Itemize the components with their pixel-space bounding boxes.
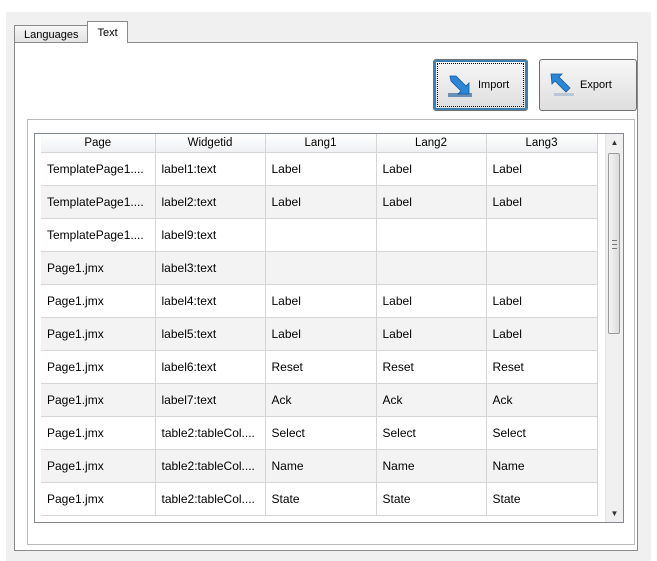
cell-lang2[interactable]: Label — [376, 185, 487, 219]
table-row[interactable]: Page1.jmx table2:tableCol.... State Stat… — [41, 482, 598, 516]
cell-lang1[interactable]: Name — [265, 449, 377, 483]
cell-lang2[interactable] — [376, 251, 487, 285]
focus-rectangle — [437, 63, 524, 107]
cell-page[interactable]: Page1.jmx — [41, 284, 156, 318]
column-header-lang1[interactable]: Lang1 — [265, 134, 377, 153]
cell-lang2[interactable]: Label — [376, 152, 487, 186]
scroll-up-arrow-icon[interactable]: ▲ — [606, 134, 623, 151]
cell-widgetid[interactable]: label6:text — [155, 350, 266, 384]
table-row[interactable]: Page1.jmx table2:tableCol.... Name Name … — [41, 449, 598, 483]
column-header-page[interactable]: Page — [41, 134, 156, 153]
cell-page[interactable]: TemplatePage1.... — [41, 218, 156, 252]
scrollbar-thumb[interactable] — [608, 153, 620, 334]
cell-lang3[interactable]: State — [486, 482, 598, 516]
translations-table[interactable]: Page Widgetid Lang1 Lang2 Lang3 Template… — [34, 133, 624, 523]
cell-page[interactable]: Page1.jmx — [41, 482, 156, 516]
cell-lang2[interactable] — [376, 218, 487, 252]
table-row[interactable]: TemplatePage1.... label9:text — [41, 218, 598, 252]
tab-strip: Languages Text — [14, 21, 128, 43]
cell-lang3[interactable]: Label — [486, 185, 598, 219]
cell-page[interactable]: Page1.jmx — [41, 383, 156, 417]
vertical-scrollbar[interactable]: ▲ ▼ — [605, 134, 623, 522]
cell-lang3[interactable]: Ack — [486, 383, 598, 417]
cell-page[interactable]: TemplatePage1.... — [41, 152, 156, 186]
cell-lang3[interactable]: Name — [486, 449, 598, 483]
column-header-widgetid[interactable]: Widgetid — [155, 134, 266, 153]
cell-lang3[interactable] — [486, 218, 598, 252]
cell-lang2[interactable]: State — [376, 482, 487, 516]
cell-widgetid[interactable]: label2:text — [155, 185, 266, 219]
table-header-row: Page Widgetid Lang1 Lang2 Lang3 — [41, 134, 598, 153]
cell-page[interactable]: TemplatePage1.... — [41, 185, 156, 219]
table-row[interactable]: Page1.jmx label3:text — [41, 251, 598, 285]
cell-widgetid[interactable]: label1:text — [155, 152, 266, 186]
cell-lang1[interactable]: Label — [265, 185, 377, 219]
cell-lang1[interactable]: Label — [265, 317, 377, 351]
cell-lang2[interactable]: Label — [376, 317, 487, 351]
arrow-up-left-icon — [550, 73, 574, 96]
cell-widgetid[interactable]: table2:tableCol.... — [155, 416, 266, 450]
cell-lang1[interactable] — [265, 218, 377, 252]
cell-lang1[interactable]: Label — [265, 284, 377, 318]
cell-widgetid[interactable]: table2:tableCol.... — [155, 482, 266, 516]
cell-lang3[interactable]: Reset — [486, 350, 598, 384]
import-button[interactable]: Import — [433, 59, 528, 111]
cell-lang3[interactable] — [486, 251, 598, 285]
grip-icon — [612, 240, 617, 249]
cell-page[interactable]: Page1.jmx — [41, 350, 156, 384]
cell-lang2[interactable]: Label — [376, 284, 487, 318]
cell-lang2[interactable]: Ack — [376, 383, 487, 417]
export-button[interactable]: Export — [539, 59, 637, 111]
cell-page[interactable]: Page1.jmx — [41, 449, 156, 483]
scroll-down-arrow-icon[interactable]: ▼ — [606, 505, 623, 522]
cell-widgetid[interactable]: label9:text — [155, 218, 266, 252]
cell-lang3[interactable]: Label — [486, 152, 598, 186]
cell-lang3[interactable]: Label — [486, 284, 598, 318]
cell-lang2[interactable]: Reset — [376, 350, 487, 384]
column-header-lang2[interactable]: Lang2 — [376, 134, 487, 153]
export-button-label: Export — [580, 79, 612, 91]
cell-page[interactable]: Page1.jmx — [41, 317, 156, 351]
cell-page[interactable]: Page1.jmx — [41, 251, 156, 285]
table-row[interactable]: Page1.jmx label7:text Ack Ack Ack — [41, 383, 598, 417]
cell-lang2[interactable]: Select — [376, 416, 487, 450]
cell-lang2[interactable]: Name — [376, 449, 487, 483]
cell-lang3[interactable]: Select — [486, 416, 598, 450]
cell-page[interactable]: Page1.jmx — [41, 416, 156, 450]
application-window: Languages Text Import Export Page Widget… — [0, 0, 657, 561]
cell-lang1[interactable]: Ack — [265, 383, 377, 417]
table-row[interactable]: TemplatePage1.... label1:text Label Labe… — [41, 152, 598, 186]
cell-lang1[interactable]: Select — [265, 416, 377, 450]
tab-languages[interactable]: Languages — [14, 25, 89, 43]
cell-widgetid[interactable]: table2:tableCol.... — [155, 449, 266, 483]
table-row[interactable]: Page1.jmx label6:text Reset Reset Reset — [41, 350, 598, 384]
cell-lang1[interactable] — [265, 251, 377, 285]
cell-widgetid[interactable]: label4:text — [155, 284, 266, 318]
table-row[interactable]: Page1.jmx label5:text Label Label Label — [41, 317, 598, 351]
cell-lang1[interactable]: Label — [265, 152, 377, 186]
tab-text[interactable]: Text — [87, 21, 128, 43]
cell-widgetid[interactable]: label7:text — [155, 383, 266, 417]
cell-lang1[interactable]: State — [265, 482, 377, 516]
cell-lang1[interactable]: Reset — [265, 350, 377, 384]
cell-widgetid[interactable]: label3:text — [155, 251, 266, 285]
cell-lang3[interactable]: Label — [486, 317, 598, 351]
table-grid: Page Widgetid Lang1 Lang2 Lang3 Template… — [41, 134, 598, 516]
cell-widgetid[interactable]: label5:text — [155, 317, 266, 351]
table-row[interactable]: Page1.jmx label4:text Label Label Label — [41, 284, 598, 318]
table-row[interactable]: TemplatePage1.... label2:text Label Labe… — [41, 185, 598, 219]
column-header-lang3[interactable]: Lang3 — [486, 134, 598, 153]
table-row[interactable]: Page1.jmx table2:tableCol.... Select Sel… — [41, 416, 598, 450]
